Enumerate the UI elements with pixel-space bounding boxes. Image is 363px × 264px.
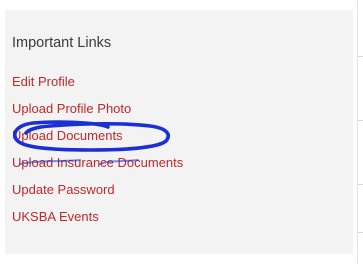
important-links-list: Edit Profile Upload Profile Photo Upload… [12, 72, 183, 234]
adjacent-column-divider [358, 56, 363, 57]
important-links-panel: Important Links Edit Profile Upload Prof… [5, 10, 353, 254]
list-item: Edit Profile [12, 72, 183, 99]
uksba-events-link[interactable]: UKSBA Events [12, 209, 99, 224]
adjacent-column-divider [358, 184, 363, 185]
list-item: Upload Documents [12, 126, 183, 153]
screenshot-stage: Important Links Edit Profile Upload Prof… [0, 0, 363, 264]
update-password-link[interactable]: Update Password [12, 182, 115, 197]
upload-documents-link[interactable]: Upload Documents [12, 128, 123, 143]
adjacent-column-divider [358, 120, 363, 121]
adjacent-column-edge [357, 0, 363, 264]
list-item: Update Password [12, 180, 183, 207]
upload-insurance-documents-link[interactable]: Upload Insurance Documents [12, 155, 183, 170]
list-item: UKSBA Events [12, 207, 183, 234]
list-item: Upload Insurance Documents [12, 153, 183, 180]
upload-profile-photo-link[interactable]: Upload Profile Photo [12, 101, 131, 116]
edit-profile-link[interactable]: Edit Profile [12, 74, 75, 89]
list-item: Upload Profile Photo [12, 99, 183, 126]
adjacent-column-divider [358, 232, 363, 233]
panel-title: Important Links [12, 35, 112, 51]
